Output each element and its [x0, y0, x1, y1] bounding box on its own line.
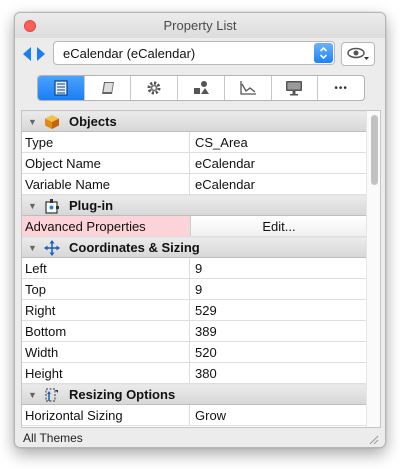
- status-bar: All Themes: [15, 427, 385, 447]
- property-value[interactable]: 520: [190, 342, 367, 362]
- themes-label[interactable]: All Themes: [23, 431, 83, 445]
- resize-icon: [43, 387, 61, 403]
- property-value[interactable]: eCalendar: [190, 153, 367, 173]
- property-row-top[interactable]: Top 9: [22, 279, 367, 300]
- tab-text[interactable]: [85, 76, 132, 100]
- property-row-right[interactable]: Right 529: [22, 300, 367, 321]
- disclosure-triangle-icon[interactable]: ▼: [28, 117, 38, 127]
- section-coordinates-sizing[interactable]: ▼ Coordinates & Sizing: [22, 237, 367, 258]
- property-label: Type: [22, 132, 190, 152]
- section-title: Resizing Options: [69, 387, 176, 402]
- property-value[interactable]: 9: [190, 279, 367, 299]
- cube-icon: [43, 114, 61, 130]
- property-grid: ▼ Objects Type CS_Area Object Name eCale…: [21, 110, 381, 428]
- property-label: Bottom: [22, 321, 190, 341]
- property-row-type[interactable]: Type CS_Area: [22, 132, 367, 153]
- object-selector-value: eCalendar (eCalendar): [63, 45, 196, 61]
- title-bar[interactable]: Property List: [15, 13, 385, 38]
- property-label: Object Name: [22, 153, 190, 173]
- section-resizing-options[interactable]: ▼ Resizing Options: [22, 384, 367, 405]
- property-value[interactable]: Grow: [190, 405, 367, 425]
- gear-icon: [147, 81, 161, 95]
- more-icon: •••: [334, 82, 348, 94]
- monitor-icon: [286, 81, 303, 96]
- resize-grip-icon[interactable]: [367, 433, 379, 445]
- property-label: Advanced Properties: [22, 216, 190, 236]
- section-title: Objects: [69, 114, 117, 129]
- property-value[interactable]: 529: [190, 300, 367, 320]
- property-row-variable-name[interactable]: Variable Name eCalendar: [22, 174, 367, 195]
- property-row-horizontal-sizing[interactable]: Horizontal Sizing Grow: [22, 405, 367, 426]
- property-grid-content: ▼ Objects Type CS_Area Object Name eCale…: [22, 111, 367, 426]
- property-label: Width: [22, 342, 190, 362]
- tab-display[interactable]: [272, 76, 319, 100]
- property-label: Horizontal Sizing: [22, 405, 190, 425]
- edit-button[interactable]: Edit...: [190, 216, 367, 236]
- disclosure-triangle-icon[interactable]: ▼: [28, 390, 38, 400]
- property-value[interactable]: eCalendar: [190, 174, 367, 194]
- window-title: Property List: [163, 18, 237, 33]
- tab-more[interactable]: •••: [318, 76, 364, 100]
- section-title: Plug-in: [69, 198, 114, 213]
- property-label: Right: [22, 300, 190, 320]
- property-value[interactable]: 380: [190, 363, 367, 383]
- tab-appearance[interactable]: [178, 76, 225, 100]
- property-row-object-name[interactable]: Object Name eCalendar: [22, 153, 367, 174]
- section-title: Coordinates & Sizing: [69, 240, 200, 255]
- property-tabs: •••: [37, 75, 365, 101]
- property-row-advanced-properties[interactable]: Advanced Properties Edit...: [22, 216, 367, 237]
- close-button[interactable]: [24, 20, 36, 32]
- book-icon: [101, 82, 114, 94]
- property-row-bottom[interactable]: Bottom 389: [22, 321, 367, 342]
- section-plugin[interactable]: ▼ Plug-in: [22, 195, 367, 216]
- property-label: Height: [22, 363, 190, 383]
- move-arrows-icon: [43, 239, 61, 256]
- chevron-updown-icon[interactable]: [314, 43, 333, 63]
- eye-icon: [347, 47, 369, 60]
- property-value[interactable]: CS_Area: [190, 132, 367, 152]
- shapes-icon: [194, 81, 210, 94]
- vertical-scrollbar[interactable]: [366, 111, 380, 427]
- section-objects[interactable]: ▼ Objects: [22, 111, 367, 132]
- property-label: Left: [22, 258, 190, 278]
- object-selector-row: eCalendar (eCalendar): [15, 40, 385, 70]
- property-row-height[interactable]: Height 380: [22, 363, 367, 384]
- chart-icon: [240, 81, 256, 95]
- property-row-width[interactable]: Width 520: [22, 342, 367, 363]
- tab-graphs[interactable]: [225, 76, 272, 100]
- disclosure-triangle-icon[interactable]: ▼: [28, 243, 38, 253]
- object-selector-dropdown[interactable]: eCalendar (eCalendar): [53, 41, 335, 65]
- property-value[interactable]: 389: [190, 321, 367, 341]
- tab-all-properties[interactable]: [38, 76, 85, 100]
- property-list-icon: [54, 80, 68, 96]
- property-value[interactable]: 9: [190, 258, 367, 278]
- property-label: Variable Name: [22, 174, 190, 194]
- disclosure-triangle-icon[interactable]: ▼: [28, 201, 38, 211]
- tab-settings[interactable]: [131, 76, 179, 100]
- plugin-icon: [43, 198, 61, 214]
- property-list-window: Property List eCalendar (eCalendar) ••• …: [14, 12, 386, 448]
- previous-next-arrows-icon[interactable]: [23, 46, 45, 62]
- property-row-left[interactable]: Left 9: [22, 258, 367, 279]
- scrollbar-thumb[interactable]: [371, 115, 378, 185]
- visibility-menu-button[interactable]: [341, 42, 375, 66]
- property-label: Top: [22, 279, 190, 299]
